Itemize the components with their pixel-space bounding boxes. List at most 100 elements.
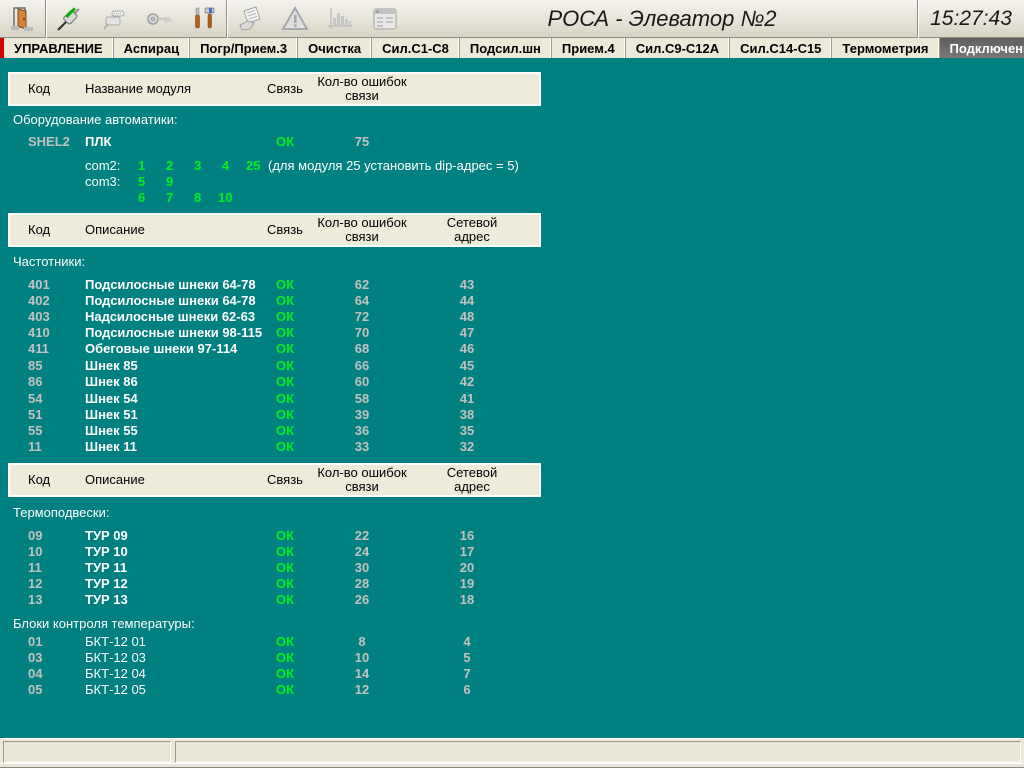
table-row: 05 БКТ-12 05 ОК 12 6 [0,682,560,698]
cell-error-count: 62 [307,277,417,292]
cell-error-count: 58 [307,391,417,406]
cell-link-status: ОК [263,391,307,406]
table-row: 54 Шнек 54 ОК 58 41 [0,391,560,407]
cell-error-count: 75 [307,134,417,149]
table-row: 01 БКТ-12 01 ОК 8 4 [0,634,560,650]
cell-link-status: ОК [263,576,307,591]
key-button[interactable] [136,0,181,38]
com2-module: 3 [194,158,201,173]
tab-bar: УПРАВЛЕНИЕ Аспирац Погр/Прием.3 Очистка … [0,38,1024,58]
tab-aspirac[interactable]: Аспирац [114,38,190,58]
cell-description: ТУР 10 [85,544,280,559]
exit-door-icon [9,5,37,33]
com3-module: 9 [166,174,173,189]
table-row: 11 ТУР 11 ОК 30 20 [0,560,560,576]
cell-code: 55 [28,423,78,438]
reports-table-button[interactable] [362,0,407,38]
com3-module: 10 [218,190,232,205]
alarms-button[interactable] [272,0,317,38]
cell-code: 10 [28,544,78,559]
cell-code: 86 [28,374,78,389]
header-description: Описание [85,215,145,245]
header-link: Связь [255,74,315,104]
com2-module: 1 [138,158,145,173]
table-row: 402 Подсилосные шнеки 64-78 ОК 64 44 [0,293,560,309]
cell-description: ТУР 13 [85,592,280,607]
tab-termometriya[interactable]: Термометрия [832,38,939,58]
connect-button[interactable] [46,0,91,38]
cell-error-count: 28 [307,576,417,591]
header-errors: Кол-во ошибок связи [307,215,417,245]
header-link: Связь [255,465,315,495]
tools-button[interactable] [181,0,226,38]
plug-disconnected-icon [100,5,128,33]
plug-connected-icon [55,5,83,33]
cell-error-count: 12 [307,682,417,697]
cell-description: Шнек 11 [85,439,280,454]
cell-code: 85 [28,358,78,373]
table-row: 03 БКТ-12 03 ОК 10 5 [0,650,560,666]
tab-sil-c14-c15[interactable]: Сил.С14-С15 [730,38,832,58]
cell-code: 01 [28,634,78,649]
cell-link-status: ОК [263,341,307,356]
cell-description: Подсилосные шнеки 98-115 [85,325,280,340]
cell-code: 04 [28,666,78,681]
cell-net-address: 4 [417,634,517,649]
cell-description: ТУР 09 [85,528,280,543]
table-row: 11 Шнек 11 ОК 33 32 [0,439,560,455]
cell-code: 51 [28,407,78,422]
tab-priem4[interactable]: Прием.4 [552,38,626,58]
table-row: 10 ТУР 10 ОК 24 17 [0,544,560,560]
cell-name: ПЛК [85,134,280,149]
table-row: 51 Шнек 51 ОК 39 38 [0,407,560,423]
tab-podsil-shn[interactable]: Подсил.шн [460,38,552,58]
cell-error-count: 68 [307,341,417,356]
warning-triangle-icon [281,5,309,33]
cell-description: БКТ-12 05 [85,682,280,697]
cell-net-address: 48 [417,309,517,324]
header-description: Описание [85,465,145,495]
tab-upravlenie[interactable]: УПРАВЛЕНИЕ [4,38,114,58]
cell-link-status: ОК [263,634,307,649]
cell-link-status: ОК [263,325,307,340]
status-panel-right [175,741,1021,763]
disconnect-button[interactable] [91,0,136,38]
com3-module: 6 [138,190,145,205]
cell-net-address: 19 [417,576,517,591]
exit-button[interactable] [0,0,45,38]
tab-pogr-priem3[interactable]: Погр/Прием.3 [190,38,298,58]
cell-description: ТУР 11 [85,560,280,575]
tab-sil-c1-c8[interactable]: Сил.С1-С8 [372,38,460,58]
report-button[interactable] [227,0,272,38]
section-thermo: Термоподвески: [13,505,109,520]
trends-button[interactable] [317,0,362,38]
section-automation: Оборудование автоматики: [13,112,178,127]
cell-net-address: 35 [417,423,517,438]
tab-podklyuchenie[interactable]: Подключение [940,38,1024,58]
table-row: 86 Шнек 86 ОК 60 42 [0,374,560,390]
connection-screen: Код Название модуля Связь Кол-во ошибок … [0,58,1024,738]
cell-net-address: 6 [417,682,517,697]
com3-label: com3: [85,174,120,189]
cell-code: 09 [28,528,78,543]
cell-description: Шнек 86 [85,374,280,389]
com2-label: com2: [85,158,120,173]
com3-module: 7 [166,190,173,205]
tab-sil-c9-c12a[interactable]: Сил.С9-С12А [626,38,730,58]
cell-code: 03 [28,650,78,665]
cell-net-address: 32 [417,439,517,454]
cell-description: Шнек 54 [85,391,280,406]
dip-address-note: (для модуля 25 установить dip-адрес = 5) [268,158,519,173]
cell-code: 13 [28,592,78,607]
cell-description: Обеговые шнеки 97-114 [85,341,280,356]
clock: 15:27:43 [918,7,1024,31]
cell-link-status: ОК [263,650,307,665]
cell-description: Шнек 55 [85,423,280,438]
cell-link-status: ОК [263,358,307,373]
cell-error-count: 60 [307,374,417,389]
cell-link-status: ОК [263,682,307,697]
tab-ochistka[interactable]: Очистка [298,38,372,58]
cell-link-status: ОК [263,293,307,308]
cell-code: 402 [28,293,78,308]
cell-error-count: 39 [307,407,417,422]
